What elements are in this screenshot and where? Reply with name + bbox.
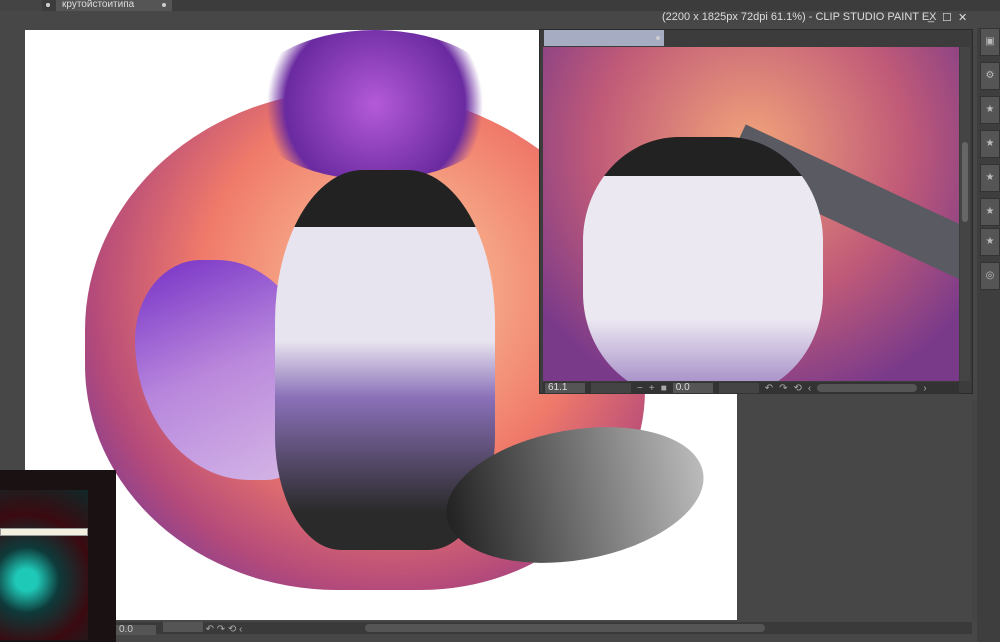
document-tab-active[interactable]: крутойстоитипа xyxy=(56,0,172,11)
window-title: (2200 x 1825px 72dpi 61.1%) - CLIP STUDI… xyxy=(662,11,937,23)
horizontal-scrollbar[interactable] xyxy=(817,384,918,392)
zoom-out-button[interactable]: − xyxy=(637,383,643,394)
artwork-figure-zoomed xyxy=(583,137,823,381)
thumbnail-image xyxy=(0,490,88,640)
zoom-in-button[interactable]: + xyxy=(649,383,655,394)
folder-icon[interactable]: ★ xyxy=(980,198,1000,226)
document-tab[interactable] xyxy=(0,0,50,11)
rotate-right-button[interactable]: ↷ xyxy=(779,383,787,394)
vertical-scrollbar[interactable] xyxy=(960,47,970,381)
maximize-button[interactable]: ☐ xyxy=(942,11,952,24)
artwork-eel xyxy=(245,30,505,180)
navigator-bar: 61.1 − + ■ 0.0 ↶ ↷ ⟲ ‹ › xyxy=(543,382,959,394)
camera-icon[interactable]: ◎ xyxy=(980,262,1000,290)
zoom-slider[interactable] xyxy=(591,383,631,393)
rotation-field[interactable]: 0.0 xyxy=(672,383,713,393)
rotate-right-button[interactable]: ↷ xyxy=(217,624,225,635)
rotation-slider[interactable] xyxy=(718,383,759,393)
tab-close-icon[interactable] xyxy=(46,3,50,7)
folder-icon[interactable]: ★ xyxy=(980,228,1000,256)
tab-label: крутойстоитипа xyxy=(62,0,135,10)
sub-view-tab[interactable] xyxy=(544,30,664,46)
tab-close-icon[interactable] xyxy=(162,3,166,7)
rotation-slider[interactable] xyxy=(162,622,203,632)
fit-button[interactable]: ■ xyxy=(661,383,667,394)
sub-view-window: 61.1 − + ■ 0.0 ↶ ↷ ⟲ ‹ › xyxy=(539,29,973,394)
folder-icon[interactable]: ★ xyxy=(980,164,1000,192)
horizontal-scrollbar[interactable] xyxy=(365,624,766,632)
sub-view-canvas[interactable] xyxy=(543,47,959,381)
gear-icon[interactable]: ⚙ xyxy=(980,62,1000,90)
reset-rotation-button[interactable]: ⟲ xyxy=(794,383,802,394)
layer-icon[interactable]: ▣ xyxy=(980,28,1000,56)
close-button[interactable]: ✕ xyxy=(958,11,967,24)
document-tab-bar: крутойстоитипа xyxy=(0,0,1000,11)
rotate-left-button[interactable]: ↶ xyxy=(765,383,773,394)
rotate-left-button[interactable]: ↶ xyxy=(206,624,214,635)
folder-icon[interactable]: ★ xyxy=(980,130,1000,158)
reset-rotation-button[interactable]: ⟲ xyxy=(228,624,236,635)
zoom-field[interactable]: 61.1 xyxy=(545,383,585,393)
right-panel-icons: ▣ ⚙ ★ ★ ★ ★ ★ ◎ xyxy=(977,28,1000,642)
scroll-left-button[interactable]: ‹ xyxy=(239,624,242,635)
tooltip xyxy=(0,528,88,536)
folder-icon[interactable]: ★ xyxy=(980,96,1000,124)
scroll-right-button[interactable]: › xyxy=(923,383,926,394)
rotation-field[interactable]: 0.0 xyxy=(116,625,156,635)
main-navigator-bar: 0.0 ↶ ↷ ⟲ ‹ xyxy=(116,622,972,635)
minimize-button[interactable]: _ xyxy=(928,11,934,23)
scroll-left-button[interactable]: ‹ xyxy=(808,383,811,394)
tab-close-icon[interactable] xyxy=(656,36,660,40)
thumbnail-window[interactable] xyxy=(0,470,116,642)
